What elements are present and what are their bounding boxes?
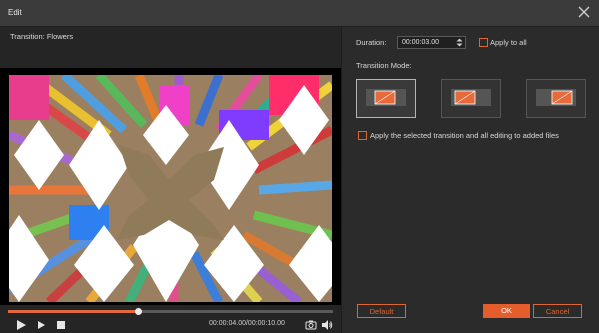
- stop-icon[interactable]: [55, 319, 67, 331]
- window-title: Edit: [8, 8, 22, 17]
- timeline-progress: [8, 310, 138, 313]
- settings-panel: Duration: 00:00:03.00 Apply to all Trans…: [342, 27, 599, 333]
- video-preview: [0, 68, 341, 305]
- play-icon[interactable]: [15, 319, 27, 331]
- transition-mode-3-icon: [536, 89, 576, 106]
- timeline-scrubber[interactable]: [8, 308, 333, 315]
- default-button[interactable]: Default: [357, 304, 406, 318]
- mode-option-3[interactable]: [526, 79, 586, 118]
- time-display: 00:00:04.00/00:00:10.00: [209, 320, 285, 327]
- timeline-handle[interactable]: [135, 308, 142, 315]
- duration-input[interactable]: 00:00:03.00: [397, 36, 466, 49]
- apply-selected-label[interactable]: Apply the selected transition and all ed…: [370, 131, 559, 140]
- title-bar: Edit: [0, 0, 599, 27]
- close-icon[interactable]: [577, 5, 591, 19]
- cancel-button[interactable]: Cancel: [533, 304, 582, 318]
- mode-option-1[interactable]: [356, 79, 416, 118]
- camera-icon[interactable]: [305, 319, 317, 331]
- transition-mode-1-icon: [366, 89, 406, 106]
- apply-selected-checkbox[interactable]: [358, 131, 367, 140]
- mode-option-2[interactable]: [441, 79, 501, 118]
- transition-mode-2-icon: [451, 89, 491, 106]
- volume-icon[interactable]: [321, 319, 333, 331]
- preview-panel: Transition: Flowers 00:00:04.00/00:00:10…: [0, 27, 341, 333]
- ok-button[interactable]: OK: [483, 304, 530, 318]
- play-next-icon[interactable]: [35, 319, 47, 331]
- duration-label: Duration:: [356, 38, 387, 47]
- preview-image: [9, 75, 332, 302]
- transition-name: Transition: Flowers: [10, 32, 74, 41]
- transition-mode-label: Transition Mode:: [356, 61, 412, 70]
- apply-to-all-checkbox[interactable]: [479, 38, 488, 47]
- playback-controls: 00:00:04.00/00:00:10.00: [0, 317, 341, 333]
- apply-to-all-label[interactable]: Apply to all: [490, 38, 527, 47]
- spinner-icon[interactable]: [456, 38, 463, 47]
- duration-value: 00:00:03.00: [402, 39, 439, 46]
